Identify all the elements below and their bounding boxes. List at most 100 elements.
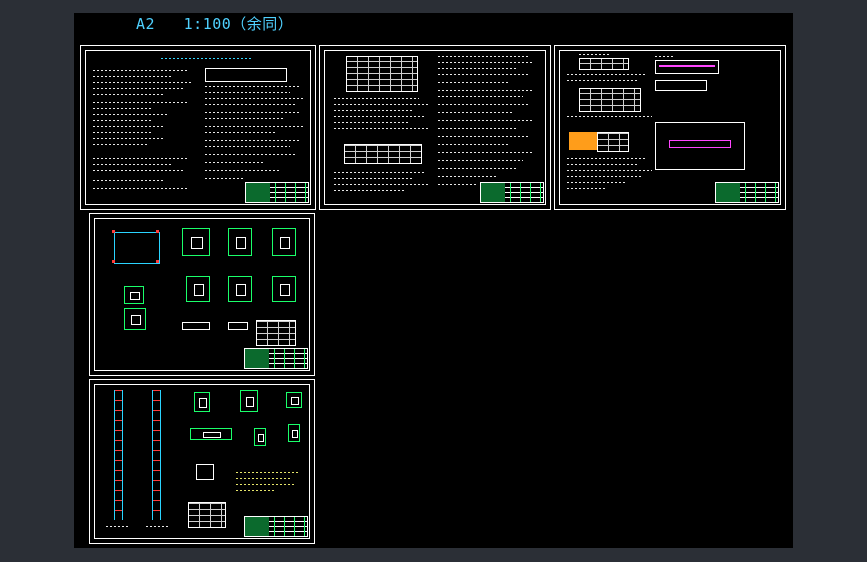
- title-block: [245, 182, 309, 203]
- note-line: [146, 526, 170, 527]
- note-line: [205, 92, 290, 93]
- column-elevation: [114, 390, 123, 520]
- schedule-table: [344, 144, 422, 164]
- note-line: [93, 88, 183, 89]
- sheet-elevation-details[interactable]: [89, 379, 315, 544]
- node-detail: [288, 424, 300, 442]
- note-line: [334, 98, 419, 99]
- grid-marker: [112, 230, 115, 233]
- slab-detail: [196, 464, 214, 480]
- note-line: [579, 54, 609, 55]
- note-line: [236, 478, 292, 479]
- node-detail: [194, 392, 210, 412]
- note-line: [205, 112, 300, 113]
- sheet-notes-and-details[interactable]: [554, 45, 786, 210]
- beam-section: [182, 322, 210, 330]
- note-line: [205, 178, 245, 179]
- note-line: [438, 184, 478, 185]
- column-section-detail: [186, 276, 210, 302]
- note-line: [438, 62, 533, 63]
- note-line: [438, 120, 533, 121]
- note-line: [205, 118, 285, 119]
- legend-box: [655, 60, 719, 74]
- sheet-general-notes[interactable]: [80, 45, 316, 210]
- node-detail: [240, 390, 258, 412]
- note-line: [93, 94, 163, 95]
- node-detail: [286, 392, 302, 408]
- note-line: [567, 182, 627, 183]
- note-line: [93, 120, 153, 121]
- note-line: [567, 116, 652, 117]
- node-detail: [254, 428, 266, 446]
- note-line: [438, 144, 508, 145]
- note-line: [205, 170, 280, 171]
- note-line: [655, 56, 675, 57]
- grid-marker: [156, 260, 159, 263]
- note-line: [93, 164, 173, 165]
- note-line: [567, 158, 647, 159]
- model-space-viewport[interactable]: A2 1:100（余同）: [74, 13, 793, 548]
- note-line: [438, 160, 523, 161]
- note-line: [438, 112, 513, 113]
- note-line: [93, 180, 163, 181]
- note-line: [93, 132, 153, 133]
- title-block: [480, 182, 544, 203]
- note-line: [236, 472, 298, 473]
- note-line: [93, 188, 188, 189]
- note-line: [205, 162, 265, 163]
- column-section-detail: [228, 228, 252, 256]
- note-line: [93, 102, 188, 103]
- wall-detail: [124, 308, 146, 330]
- note-line: [334, 178, 414, 179]
- note-line: [438, 104, 528, 105]
- note-line: [93, 138, 163, 139]
- note-line: [205, 104, 295, 105]
- note-line: [205, 98, 305, 99]
- drawing-title: A2 1:100（余同）: [136, 15, 294, 33]
- note-line: [567, 176, 642, 177]
- note-line: [438, 168, 518, 169]
- note-line: [334, 104, 429, 105]
- column-section-detail: [272, 276, 296, 302]
- note-line: [205, 126, 305, 127]
- note-line: [438, 68, 518, 69]
- note-line: [93, 108, 153, 109]
- note-line: [205, 132, 275, 133]
- note-line: [236, 484, 296, 485]
- sheet-tables-and-notes[interactable]: [319, 45, 551, 210]
- schedule-table: [256, 320, 296, 346]
- title-block: [244, 348, 308, 369]
- note-line: [93, 82, 193, 83]
- note-line: [334, 110, 414, 111]
- schedule-table: [188, 502, 226, 528]
- note-line: [205, 140, 300, 141]
- title-block: [715, 182, 779, 203]
- legend-line: [659, 65, 715, 67]
- note-line: [334, 190, 404, 191]
- note-line: [438, 152, 533, 153]
- legend-box: [655, 80, 707, 91]
- column-section-detail: [182, 228, 210, 256]
- note-line: [236, 490, 276, 491]
- beam-detail: [190, 428, 232, 440]
- note-line: [438, 176, 498, 177]
- note-line: [205, 86, 300, 87]
- note-line: [438, 90, 533, 91]
- note-line: [93, 158, 188, 159]
- spec-table: [205, 68, 287, 82]
- schedule-table: [579, 88, 641, 112]
- note-line: [438, 56, 528, 57]
- note-line: [567, 164, 637, 165]
- note-line: [438, 74, 528, 75]
- wall-detail: [124, 286, 144, 304]
- note-line: [567, 74, 647, 75]
- note-line: [334, 128, 429, 129]
- plan-grid: [114, 232, 160, 264]
- note-line: [93, 70, 188, 71]
- note-line: [567, 80, 637, 81]
- schedule-table: [579, 58, 629, 70]
- title-block: [244, 516, 308, 537]
- sheet-column-details[interactable]: [89, 213, 315, 376]
- note-line: [93, 76, 173, 77]
- grid-marker: [156, 230, 159, 233]
